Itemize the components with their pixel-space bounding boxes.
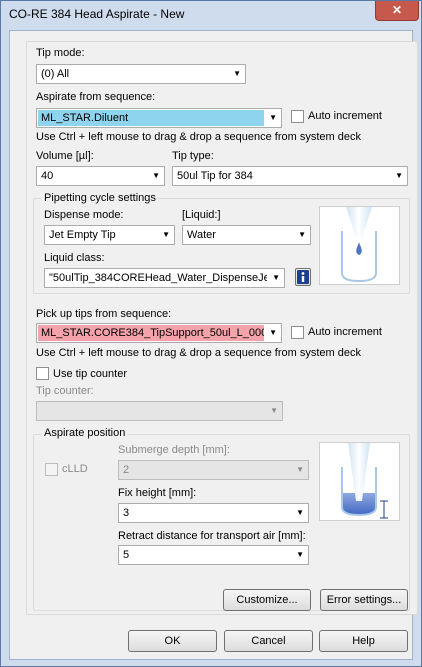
volume-label: Volume [µl]: <box>36 150 94 162</box>
aspirate-auto-increment-checkbox[interactable] <box>291 110 304 123</box>
tip-type-dropdown[interactable]: 50ul Tip for 384 ▼ <box>172 166 408 186</box>
pickup-sequence-value: ML_STAR.CORE384_TipSupport_50ul_L_0001 <box>38 325 264 341</box>
aspirate-auto-increment-label: Auto increment <box>308 110 382 122</box>
aspirate-position-title: Aspirate position <box>42 427 128 439</box>
chevron-down-icon: ▼ <box>272 273 280 282</box>
chevron-down-icon: ▼ <box>162 230 170 239</box>
liquid-dropdown[interactable]: Water ▼ <box>182 225 311 245</box>
dialog-window: CO-RE 384 Head Aspirate - New ✕ Tip mode… <box>0 0 422 667</box>
submerge-depth-value: 2 <box>123 464 130 476</box>
window-title: CO-RE 384 Head Aspirate - New <box>9 7 185 21</box>
dispense-mode-label: Dispense mode: <box>44 209 124 221</box>
chevron-down-icon: ▼ <box>270 406 278 415</box>
chevron-down-icon: ▼ <box>233 69 241 78</box>
retract-distance-value: 5 <box>123 549 130 561</box>
liquid-class-dropdown[interactable]: "50ulTip_384COREHead_Water_DispenseJet ▼ <box>44 268 285 288</box>
volume-value: 40 <box>41 170 54 182</box>
volume-combobox[interactable]: 40 ▼ <box>36 166 165 186</box>
tip-counter-dropdown[interactable]: ▼ <box>36 401 283 421</box>
pickup-sequence-label: Pick up tips from sequence: <box>36 308 172 320</box>
use-tip-counter-label: Use tip counter <box>53 368 127 380</box>
use-tip-counter-checkbox[interactable] <box>36 367 49 380</box>
tip-mode-value: (0) All <box>41 68 70 80</box>
tip-counter-label: Tip counter: <box>36 385 94 397</box>
liquid-class-label: Liquid class: <box>44 252 105 264</box>
title-bar[interactable]: CO-RE 384 Head Aspirate - New ✕ <box>1 1 421 29</box>
retract-distance-label: Retract distance for transport air [mm]: <box>118 530 306 542</box>
chevron-down-icon: ▼ <box>296 465 304 474</box>
pickup-auto-increment-checkbox[interactable] <box>291 326 304 339</box>
aspirate-sequence-label: Aspirate from sequence: <box>36 91 156 103</box>
chevron-down-icon: ▼ <box>269 328 277 337</box>
liquid-label: [Liquid:] <box>182 209 221 221</box>
close-button[interactable]: ✕ <box>375 1 419 21</box>
dispense-mode-value: Jet Empty Tip <box>49 229 116 241</box>
retract-distance-combobox[interactable]: 5 ▼ <box>118 545 309 565</box>
fix-height-value: 3 <box>123 507 130 519</box>
pickup-auto-increment-label: Auto increment <box>308 326 382 338</box>
tip-mode-dropdown[interactable]: (0) All ▼ <box>36 64 246 84</box>
aspirate-sequence-value: ML_STAR.Diluent <box>38 110 264 126</box>
dialog-client: Tip mode: (0) All ▼ Aspirate from sequen… <box>9 30 418 660</box>
clld-checkbox[interactable] <box>45 463 58 476</box>
chevron-down-icon: ▼ <box>296 550 304 559</box>
customize-button[interactable]: Customize... <box>223 589 311 611</box>
fix-height-combobox[interactable]: 3 ▼ <box>118 503 309 523</box>
aspirate-height-illustration <box>319 442 400 521</box>
aspirate-sequence-dropdown[interactable]: ML_STAR.Diluent ▼ <box>36 108 282 128</box>
submerge-depth-combobox[interactable]: 2 ▼ <box>118 460 309 480</box>
pickup-sequence-hint: Use Ctrl + left mouse to drag & drop a s… <box>36 347 361 359</box>
aspirate-sequence-hint: Use Ctrl + left mouse to drag & drop a s… <box>36 131 361 143</box>
fix-height-label: Fix height [mm]: <box>118 487 197 499</box>
tip-mode-label: Tip mode: <box>36 47 85 59</box>
chevron-down-icon: ▼ <box>395 171 403 180</box>
cancel-button[interactable]: Cancel <box>224 630 313 652</box>
clld-label: cLLD <box>62 463 88 475</box>
ok-button[interactable]: OK <box>128 630 217 652</box>
close-icon: ✕ <box>391 3 403 17</box>
dispense-mode-dropdown[interactable]: Jet Empty Tip ▼ <box>44 225 175 245</box>
tip-type-value: 50ul Tip for 384 <box>177 170 253 182</box>
error-settings-button[interactable]: Error settings... <box>320 589 408 611</box>
liquid-class-value: "50ulTip_384COREHead_Water_DispenseJet <box>49 272 267 284</box>
liquid-class-info-button[interactable] <box>295 268 311 286</box>
tip-type-label: Tip type: <box>172 150 214 162</box>
pickup-sequence-dropdown[interactable]: ML_STAR.CORE384_TipSupport_50ul_L_0001 ▼ <box>36 323 282 343</box>
liquid-value: Water <box>187 229 216 241</box>
chevron-down-icon: ▼ <box>269 113 277 122</box>
chevron-down-icon: ▼ <box>152 171 160 180</box>
chevron-down-icon: ▼ <box>296 508 304 517</box>
help-button[interactable]: Help <box>319 630 408 652</box>
pipetting-cycle-title: Pipetting cycle settings <box>42 192 158 204</box>
submerge-depth-label: Submerge depth [mm]: <box>118 444 230 456</box>
info-icon <box>297 270 309 284</box>
settings-panel: Tip mode: (0) All ▼ Aspirate from sequen… <box>26 41 418 615</box>
chevron-down-icon: ▼ <box>298 230 306 239</box>
jet-dispense-illustration <box>319 206 400 285</box>
